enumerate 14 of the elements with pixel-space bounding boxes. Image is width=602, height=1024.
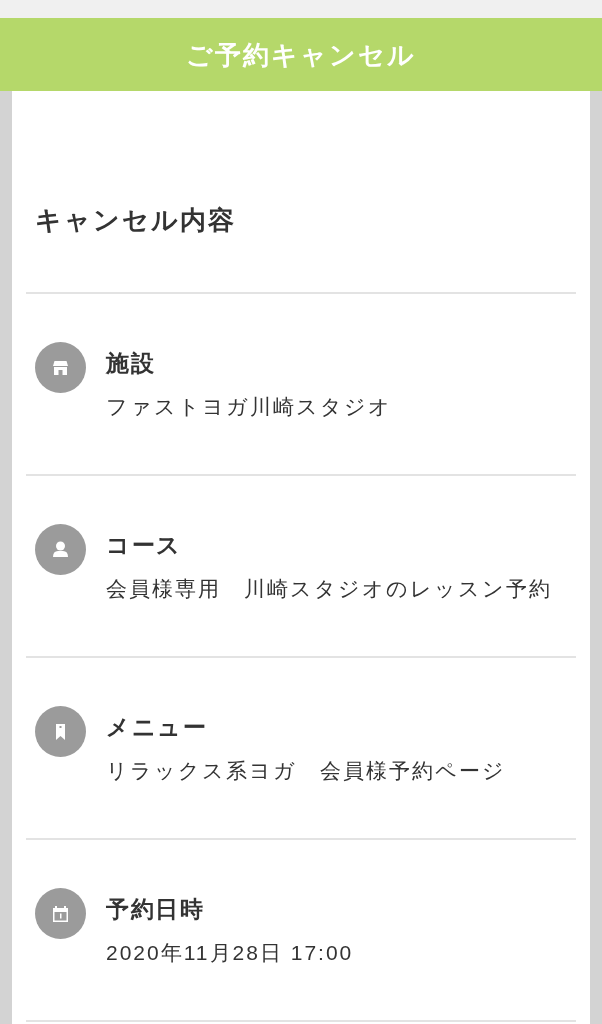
- detail-value: ファストヨガ川崎スタジオ: [106, 394, 392, 420]
- section-title: キャンセル内容: [26, 202, 576, 294]
- person-icon: [35, 524, 86, 575]
- detail-label: 予約日時: [106, 895, 205, 924]
- detail-label: 施設: [106, 349, 156, 378]
- detail-value: 2020年11月28日 17:00: [106, 940, 354, 966]
- page-title: ご予約キャンセル: [186, 38, 416, 72]
- detail-value: リラックス系ヨガ 会員様予約ページ: [106, 758, 506, 784]
- detail-value: 会員様専用 川崎スタジオのレッスン予約: [106, 576, 552, 602]
- bookmark-icon: [35, 706, 86, 757]
- detail-label: コース: [106, 531, 183, 560]
- store-icon: [35, 342, 86, 393]
- calendar-icon: [35, 888, 86, 939]
- detail-label: メニュー: [106, 713, 208, 742]
